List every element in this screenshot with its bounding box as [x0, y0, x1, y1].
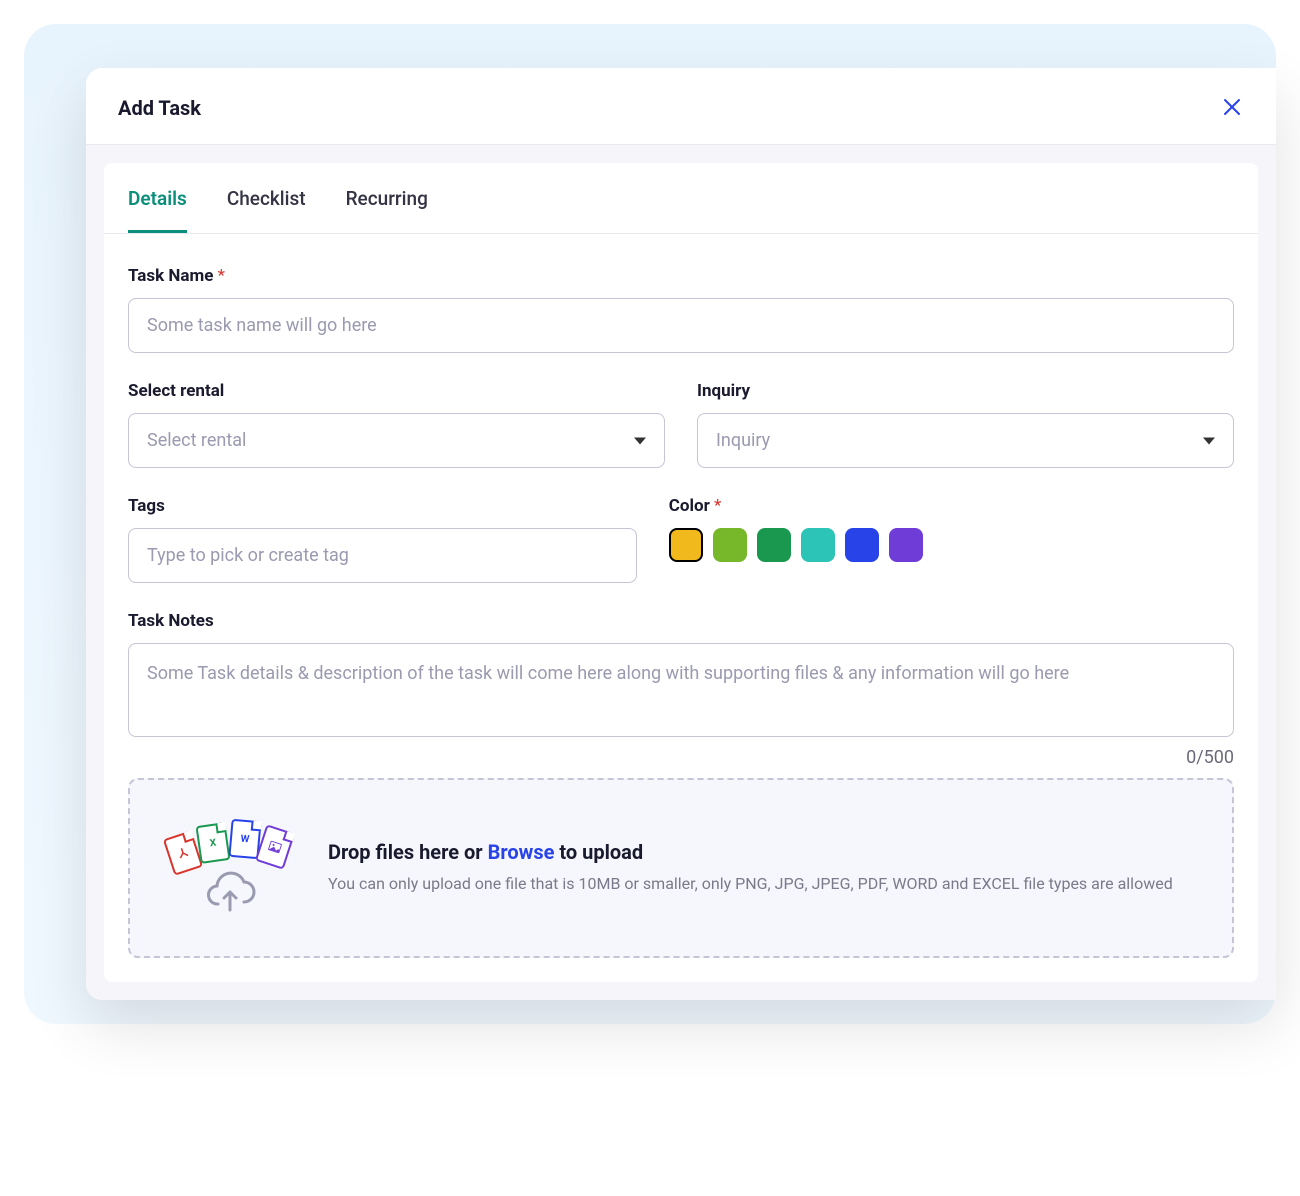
file-dropzone[interactable]: X W [128, 778, 1234, 958]
close-icon [1223, 98, 1241, 119]
color-swatches [669, 528, 1234, 562]
modal-title: Add Task [118, 96, 201, 120]
task-name-label: Task Name * [128, 266, 1234, 286]
dropzone-hint: You can only upload one file that is 10M… [328, 872, 1202, 896]
inquiry-select[interactable]: Inquiry [697, 413, 1234, 468]
notes-counter: 0/500 [128, 747, 1234, 768]
tags-label: Tags [128, 496, 637, 516]
notes-textarea[interactable] [128, 643, 1234, 737]
tags-input[interactable] [128, 528, 637, 583]
inquiry-selected-value: Inquiry [716, 430, 770, 451]
rental-select[interactable]: Select rental [128, 413, 665, 468]
color-swatch-6[interactable] [889, 528, 923, 562]
close-button[interactable] [1220, 96, 1244, 120]
inquiry-label: Inquiry [697, 381, 1234, 401]
notes-label: Task Notes [128, 611, 1234, 631]
color-swatch-3[interactable] [757, 528, 791, 562]
cloud-upload-icon [202, 870, 258, 918]
dropzone-title: Drop files here or Browse to upload [328, 840, 1202, 864]
tab-recurring[interactable]: Recurring [346, 163, 428, 233]
color-swatch-2[interactable] [713, 528, 747, 562]
tab-details[interactable]: Details [128, 163, 187, 233]
browse-link[interactable]: Browse [488, 840, 555, 864]
file-excel-icon: X [196, 822, 231, 864]
tab-checklist[interactable]: Checklist [227, 163, 306, 233]
color-swatch-5[interactable] [845, 528, 879, 562]
task-name-input[interactable] [128, 298, 1234, 353]
color-label: Color * [669, 496, 1234, 516]
modal-header: Add Task [86, 68, 1276, 145]
add-task-modal: Add Task Details Checklist Recurring Tas… [86, 68, 1276, 1000]
file-image-icon [255, 824, 295, 869]
rental-label: Select rental [128, 381, 665, 401]
color-swatch-4[interactable] [801, 528, 835, 562]
dropzone-illustration: X W [160, 818, 300, 918]
tabs: Details Checklist Recurring [104, 163, 1258, 234]
color-swatch-1[interactable] [669, 528, 703, 562]
rental-selected-value: Select rental [147, 430, 246, 451]
